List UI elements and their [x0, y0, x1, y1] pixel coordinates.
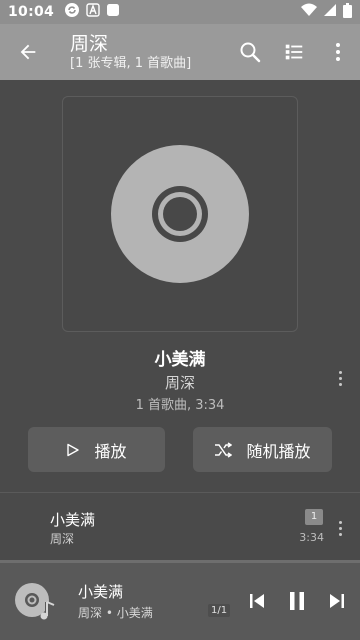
now-playing-art: [14, 580, 56, 622]
sync-icon: [64, 2, 80, 22]
track-duration: 3:34: [299, 531, 324, 544]
battery-icon: [343, 2, 352, 22]
a-icon: [86, 3, 100, 21]
more-options-button[interactable]: [316, 28, 360, 76]
now-playing-subtitle: 周深 • 小美满: [78, 606, 153, 620]
title-block: 周深 [1 张专辑, 1 首歌曲]: [56, 32, 228, 72]
play-label: 播放: [94, 441, 127, 461]
view-mode-button[interactable]: [272, 28, 316, 76]
pause-button[interactable]: [282, 587, 312, 615]
album-cover[interactable]: [62, 96, 298, 332]
play-icon: [67, 443, 80, 456]
next-button[interactable]: [322, 587, 352, 615]
track-number-badge: 1: [305, 509, 323, 525]
search-icon: [240, 42, 261, 63]
search-button[interactable]: [228, 28, 272, 76]
pause-icon: [290, 592, 304, 610]
track-more-button[interactable]: [334, 518, 346, 538]
signal-icon: [323, 3, 337, 21]
page-title: 周深: [70, 33, 109, 55]
track-row[interactable]: 小美满 周深 1 3:34: [0, 500, 360, 556]
mini-player[interactable]: 小美满 周深 • 小美满 1/1: [0, 563, 360, 640]
page-subtitle: [1 张专辑, 1 首歌曲]: [70, 56, 192, 71]
shuffle-button[interactable]: 随机播放: [193, 427, 332, 472]
track-artist: 周深: [50, 532, 75, 546]
divider: [0, 492, 360, 493]
album-artist: 周深: [164, 374, 195, 392]
more-vert-icon: [336, 43, 340, 61]
shuffle-icon: [215, 441, 233, 458]
play-button[interactable]: 播放: [28, 427, 165, 472]
track-title: 小美满: [50, 511, 96, 529]
app-bar: 周深 [1 张专辑, 1 首歌曲]: [0, 24, 360, 80]
music-disc-icon: [15, 583, 55, 620]
disc-icon: [111, 145, 249, 283]
view-list-icon: [285, 44, 303, 60]
now-playing-title: 小美满: [78, 583, 124, 601]
previous-button[interactable]: [242, 587, 272, 615]
album-meta: 1 首歌曲, 3:34: [135, 398, 225, 413]
wifi-icon: [301, 3, 317, 21]
queue-position: 1/1: [208, 604, 231, 617]
album-title: 小美满: [154, 350, 206, 370]
status-bar: 10:04: [0, 0, 360, 24]
skip-previous-icon: [250, 594, 264, 608]
skip-next-icon: [330, 594, 344, 608]
status-time: 10:04: [8, 4, 55, 20]
square-icon: [106, 3, 120, 21]
back-arrow-icon: [20, 44, 36, 60]
shuffle-label: 随机播放: [246, 441, 311, 461]
back-button[interactable]: [0, 24, 56, 80]
album-more-button[interactable]: [334, 368, 346, 388]
